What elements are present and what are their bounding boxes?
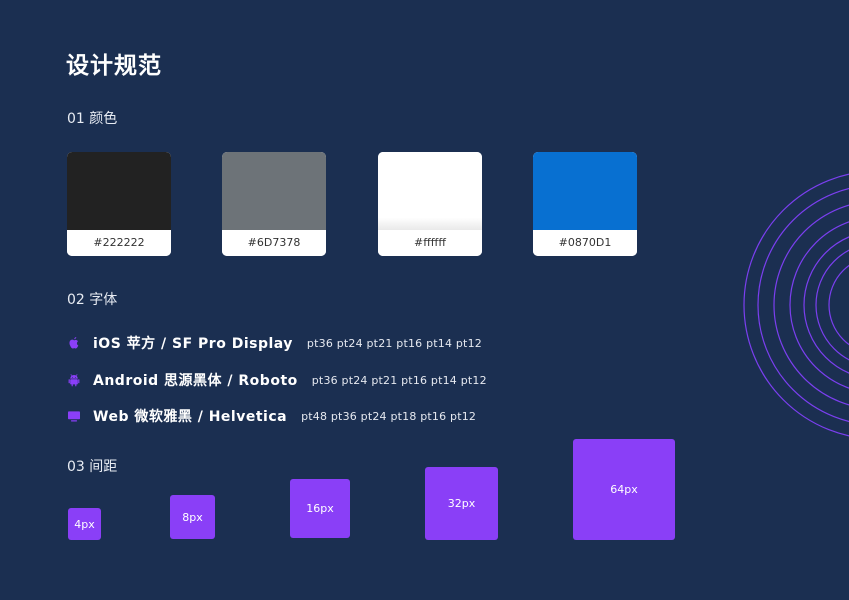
spacing-box-16px: 16px — [290, 479, 350, 538]
page-title: 设计规范 — [66, 53, 162, 79]
spacing-label: 8px — [182, 510, 203, 524]
color-swatch-4: #0870D1 — [533, 152, 637, 256]
spacing-label: 16px — [306, 502, 334, 515]
swatch-label: #ffffff — [378, 230, 482, 256]
color-swatch-1: #222222 — [67, 152, 171, 256]
decorative-rings — [743, 173, 849, 437]
color-swatch-3: #ffffff — [378, 152, 482, 256]
swatch-label: #6D7378 — [222, 230, 326, 256]
spacing-box-32px: 32px — [425, 467, 498, 540]
spacing-label: 32px — [447, 497, 476, 510]
font-name-web: Web 微软雅黑 / Helvetica — [93, 409, 288, 425]
spacing-box-8px: 8px — [170, 495, 215, 539]
font-name-ios: iOS 苹方 / SF Pro Display — [93, 336, 293, 352]
ring — [803, 236, 849, 374]
section-heading-colors: 01 颜色 — [67, 111, 118, 127]
spacing-label: 64px — [610, 483, 638, 496]
swatch-color-fill — [222, 152, 326, 230]
font-name-android: Android 思源黑体 / Roboto — [93, 373, 298, 389]
ring — [828, 264, 849, 346]
font-sizes-ios: pt36 pt24 pt21 pt16 pt14 pt12 — [306, 336, 482, 350]
section-heading-spacing: 03 间距 — [67, 459, 118, 475]
swatch-color-fill — [378, 152, 482, 230]
ring — [815, 249, 849, 361]
font-row-web: Web 微软雅黑 / Helvetica pt48 pt36 pt24 pt18… — [67, 405, 476, 427]
font-sizes-android: pt36 pt24 pt21 pt16 pt14 pt12 — [311, 373, 487, 387]
ring — [789, 221, 849, 389]
spacing-box-4px: 4px — [68, 508, 101, 540]
section-heading-fonts: 02 字体 — [67, 292, 118, 308]
ring — [773, 204, 849, 406]
spacing-label: 4px — [74, 517, 95, 531]
monitor-icon — [68, 411, 80, 422]
apple-icon — [69, 337, 79, 349]
font-row-android: Android 思源黑体 / Roboto pt36 pt24 pt21 pt1… — [67, 369, 487, 391]
swatch-label: #222222 — [67, 230, 171, 256]
swatch-label: #0870D1 — [533, 230, 637, 256]
swatch-color-fill — [67, 152, 171, 230]
font-row-ios: iOS 苹方 / SF Pro Display pt36 pt24 pt21 p… — [67, 332, 482, 354]
spacing-box-64px: 64px — [573, 439, 675, 540]
swatch-color-fill — [533, 152, 637, 230]
color-swatch-2: #6D7378 — [222, 152, 326, 256]
android-icon — [68, 374, 80, 387]
font-sizes-web: pt48 pt36 pt24 pt18 pt16 pt12 — [301, 409, 477, 423]
